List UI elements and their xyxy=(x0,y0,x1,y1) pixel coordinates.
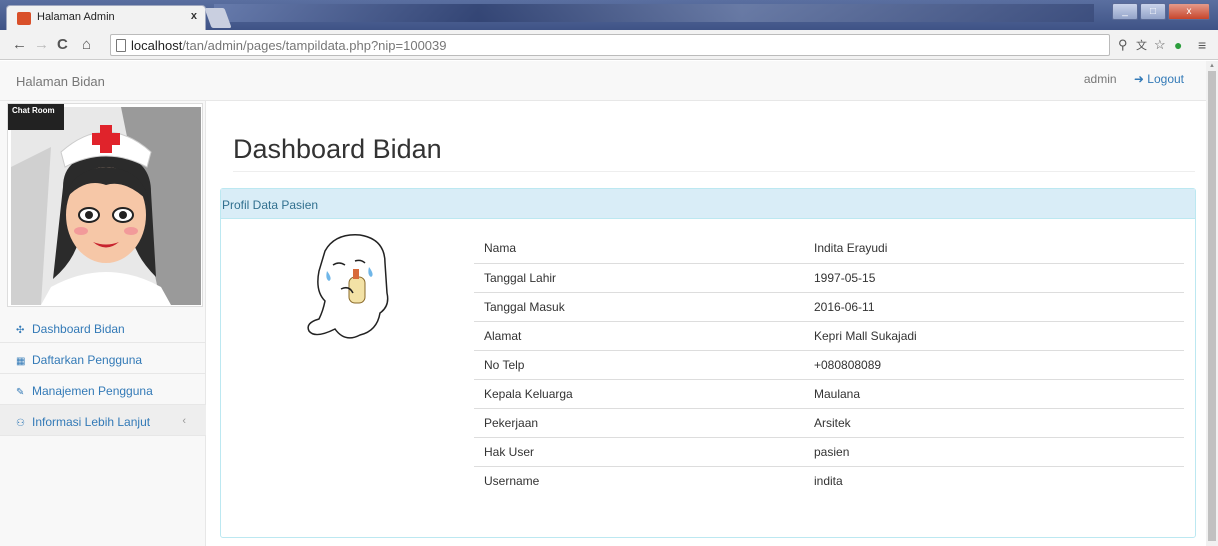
close-window-button[interactable]: x xyxy=(1168,3,1210,20)
field-label: Kepala Keluarga xyxy=(474,378,804,408)
reload-icon[interactable]: C xyxy=(57,36,68,53)
field-label: Username xyxy=(474,465,804,495)
field-value: 2016-06-11 xyxy=(804,291,1184,321)
browser-toolbar: ← → C ⌂ localhost/tan/admin/pages/tampil… xyxy=(0,30,1218,60)
address-bar[interactable]: localhost/tan/admin/pages/tampildata.php… xyxy=(110,34,1110,56)
page-icon xyxy=(116,39,126,52)
bookmark-star-icon[interactable]: ☆ xyxy=(1154,37,1166,53)
sidebar-item-informasi[interactable]: ⚇ Informasi Lebih Lanjut ‹ xyxy=(0,405,206,436)
title-divider xyxy=(233,171,1195,172)
translate-icon[interactable]: 文 xyxy=(1136,37,1147,53)
edit-icon: ✎ xyxy=(16,387,25,398)
extension-icon[interactable]: ● xyxy=(1174,37,1182,53)
chat-room-badge[interactable]: Chat Room xyxy=(8,104,64,130)
sidebar-item-label: Daftarkan Pengguna xyxy=(32,353,143,367)
table-row: Alamat Kepri Mall Sukajadi xyxy=(474,320,1184,350)
panel-heading-label: Profil Data Pasien xyxy=(222,198,319,212)
table-row: Pekerjaan Arsitek xyxy=(474,407,1184,437)
chevron-left-icon: ‹ xyxy=(182,415,186,427)
sidebar-item-dashboard[interactable]: ✣ Dashboard Bidan xyxy=(0,312,206,343)
app-navbar: Halaman Bidan admin ➜ Logout xyxy=(0,61,1218,101)
sidebar-item-label: Manajemen Pengguna xyxy=(32,384,153,398)
field-value: Indita Erayudi xyxy=(814,241,888,256)
field-value: Arsitek xyxy=(804,407,1184,437)
forward-icon[interactable]: → xyxy=(34,36,49,53)
table-icon: ▦ xyxy=(16,356,26,367)
titlebar-background xyxy=(214,4,1094,22)
dashboard-icon: ✣ xyxy=(16,325,25,336)
sitemap-icon: ⚇ xyxy=(16,418,25,429)
main-content: Dashboard Bidan Profil Data Pasien Nama … xyxy=(207,101,1206,546)
field-value: Maulana xyxy=(804,378,1184,408)
minimize-button[interactable]: _ xyxy=(1112,3,1138,20)
field-value: Kepri Mall Sukajadi xyxy=(804,320,1184,350)
page-title: Dashboard Bidan xyxy=(233,134,442,164)
table-row: Nama Indita Erayudi xyxy=(474,234,1184,263)
field-label: Pekerjaan xyxy=(474,407,804,437)
navbar-user-area: admin ➜ Logout xyxy=(1084,72,1184,86)
nurse-avatar-illustration xyxy=(11,107,201,305)
table-row: Tanggal Lahir 1997-05-15 xyxy=(474,262,1184,292)
navbar-username[interactable]: admin xyxy=(1084,72,1117,86)
table-row: Username indita xyxy=(474,465,1184,495)
url-path: /tan/admin/pages/tampildata.php?nip=1000… xyxy=(182,38,447,53)
sidebar-item-manajemen-pengguna[interactable]: ✎ Manajemen Pengguna xyxy=(0,374,206,405)
logout-link[interactable]: ➜ Logout xyxy=(1134,72,1184,86)
navbar-brand[interactable]: Halaman Bidan xyxy=(16,74,105,89)
scroll-up-icon[interactable]: ▲ xyxy=(1209,63,1215,69)
home-icon[interactable]: ⌂ xyxy=(82,36,91,53)
table-row: Kepala Keluarga Maulana xyxy=(474,378,1184,408)
field-value: 1997-05-15 xyxy=(804,262,1184,292)
tab-title: Halaman Admin xyxy=(37,11,115,23)
tab-close-icon[interactable]: x xyxy=(191,10,197,22)
table-row: Tanggal Masuk 2016-06-11 xyxy=(474,291,1184,321)
field-label: No Telp xyxy=(474,349,804,379)
page-scrollbar[interactable]: ▲ xyxy=(1206,61,1218,546)
sidebar-item-label: Informasi Lebih Lanjut xyxy=(32,415,151,429)
browser-titlebar: Halaman Admin x _ □ x xyxy=(0,0,1218,30)
field-label: Alamat xyxy=(474,320,804,350)
field-label: Nama xyxy=(484,241,517,256)
field-label: Hak User xyxy=(474,436,804,466)
panel-heading: Profil Data Pasien xyxy=(221,189,1195,219)
sidebar-item-daftarkan-pengguna[interactable]: ▦ Daftarkan Pengguna xyxy=(0,343,206,374)
field-value: indita xyxy=(804,465,1184,495)
scrollbar-thumb[interactable] xyxy=(1208,71,1216,541)
sidebar-menu: ✣ Dashboard Bidan ▦ Daftarkan Pengguna ✎ Ma… xyxy=(0,312,206,436)
zoom-icon[interactable]: ⚲ xyxy=(1118,37,1128,53)
profile-table: Nama Indita Erayudi Tanggal Lahir 1997-0… xyxy=(474,234,1184,495)
sidebar: Chat Room ✣ Dashboard Bidan ▦ Daftarkan Pe… xyxy=(0,101,206,546)
patient-photo xyxy=(307,234,389,339)
sidebar-item-label: Dashboard Bidan xyxy=(32,322,125,336)
logout-label: Logout xyxy=(1147,72,1184,86)
url-host: localhost xyxy=(131,38,183,53)
field-label: Tanggal Lahir xyxy=(474,262,804,292)
field-value: +080808089 xyxy=(804,349,1184,379)
browser-tab[interactable]: Halaman Admin x xyxy=(6,5,206,30)
field-label: Tanggal Masuk xyxy=(474,291,804,321)
menu-icon[interactable]: ≡ xyxy=(1198,37,1206,53)
back-icon[interactable]: ← xyxy=(12,36,27,53)
table-row: Hak User pasien xyxy=(474,436,1184,466)
maximize-button[interactable]: □ xyxy=(1140,3,1166,20)
url-text: localhost/tan/admin/pages/tampildata.php… xyxy=(131,38,447,53)
patient-profile-panel: Profil Data Pasien Nama Indita Erayudi T… xyxy=(220,188,1196,538)
profile-picture: Chat Room xyxy=(7,103,203,307)
window-controls: _ □ x xyxy=(1110,3,1210,20)
field-value: pasien xyxy=(804,436,1184,466)
logout-icon: ➜ xyxy=(1133,72,1148,86)
table-row: No Telp +080808089 xyxy=(474,349,1184,379)
favicon-icon xyxy=(17,12,31,25)
